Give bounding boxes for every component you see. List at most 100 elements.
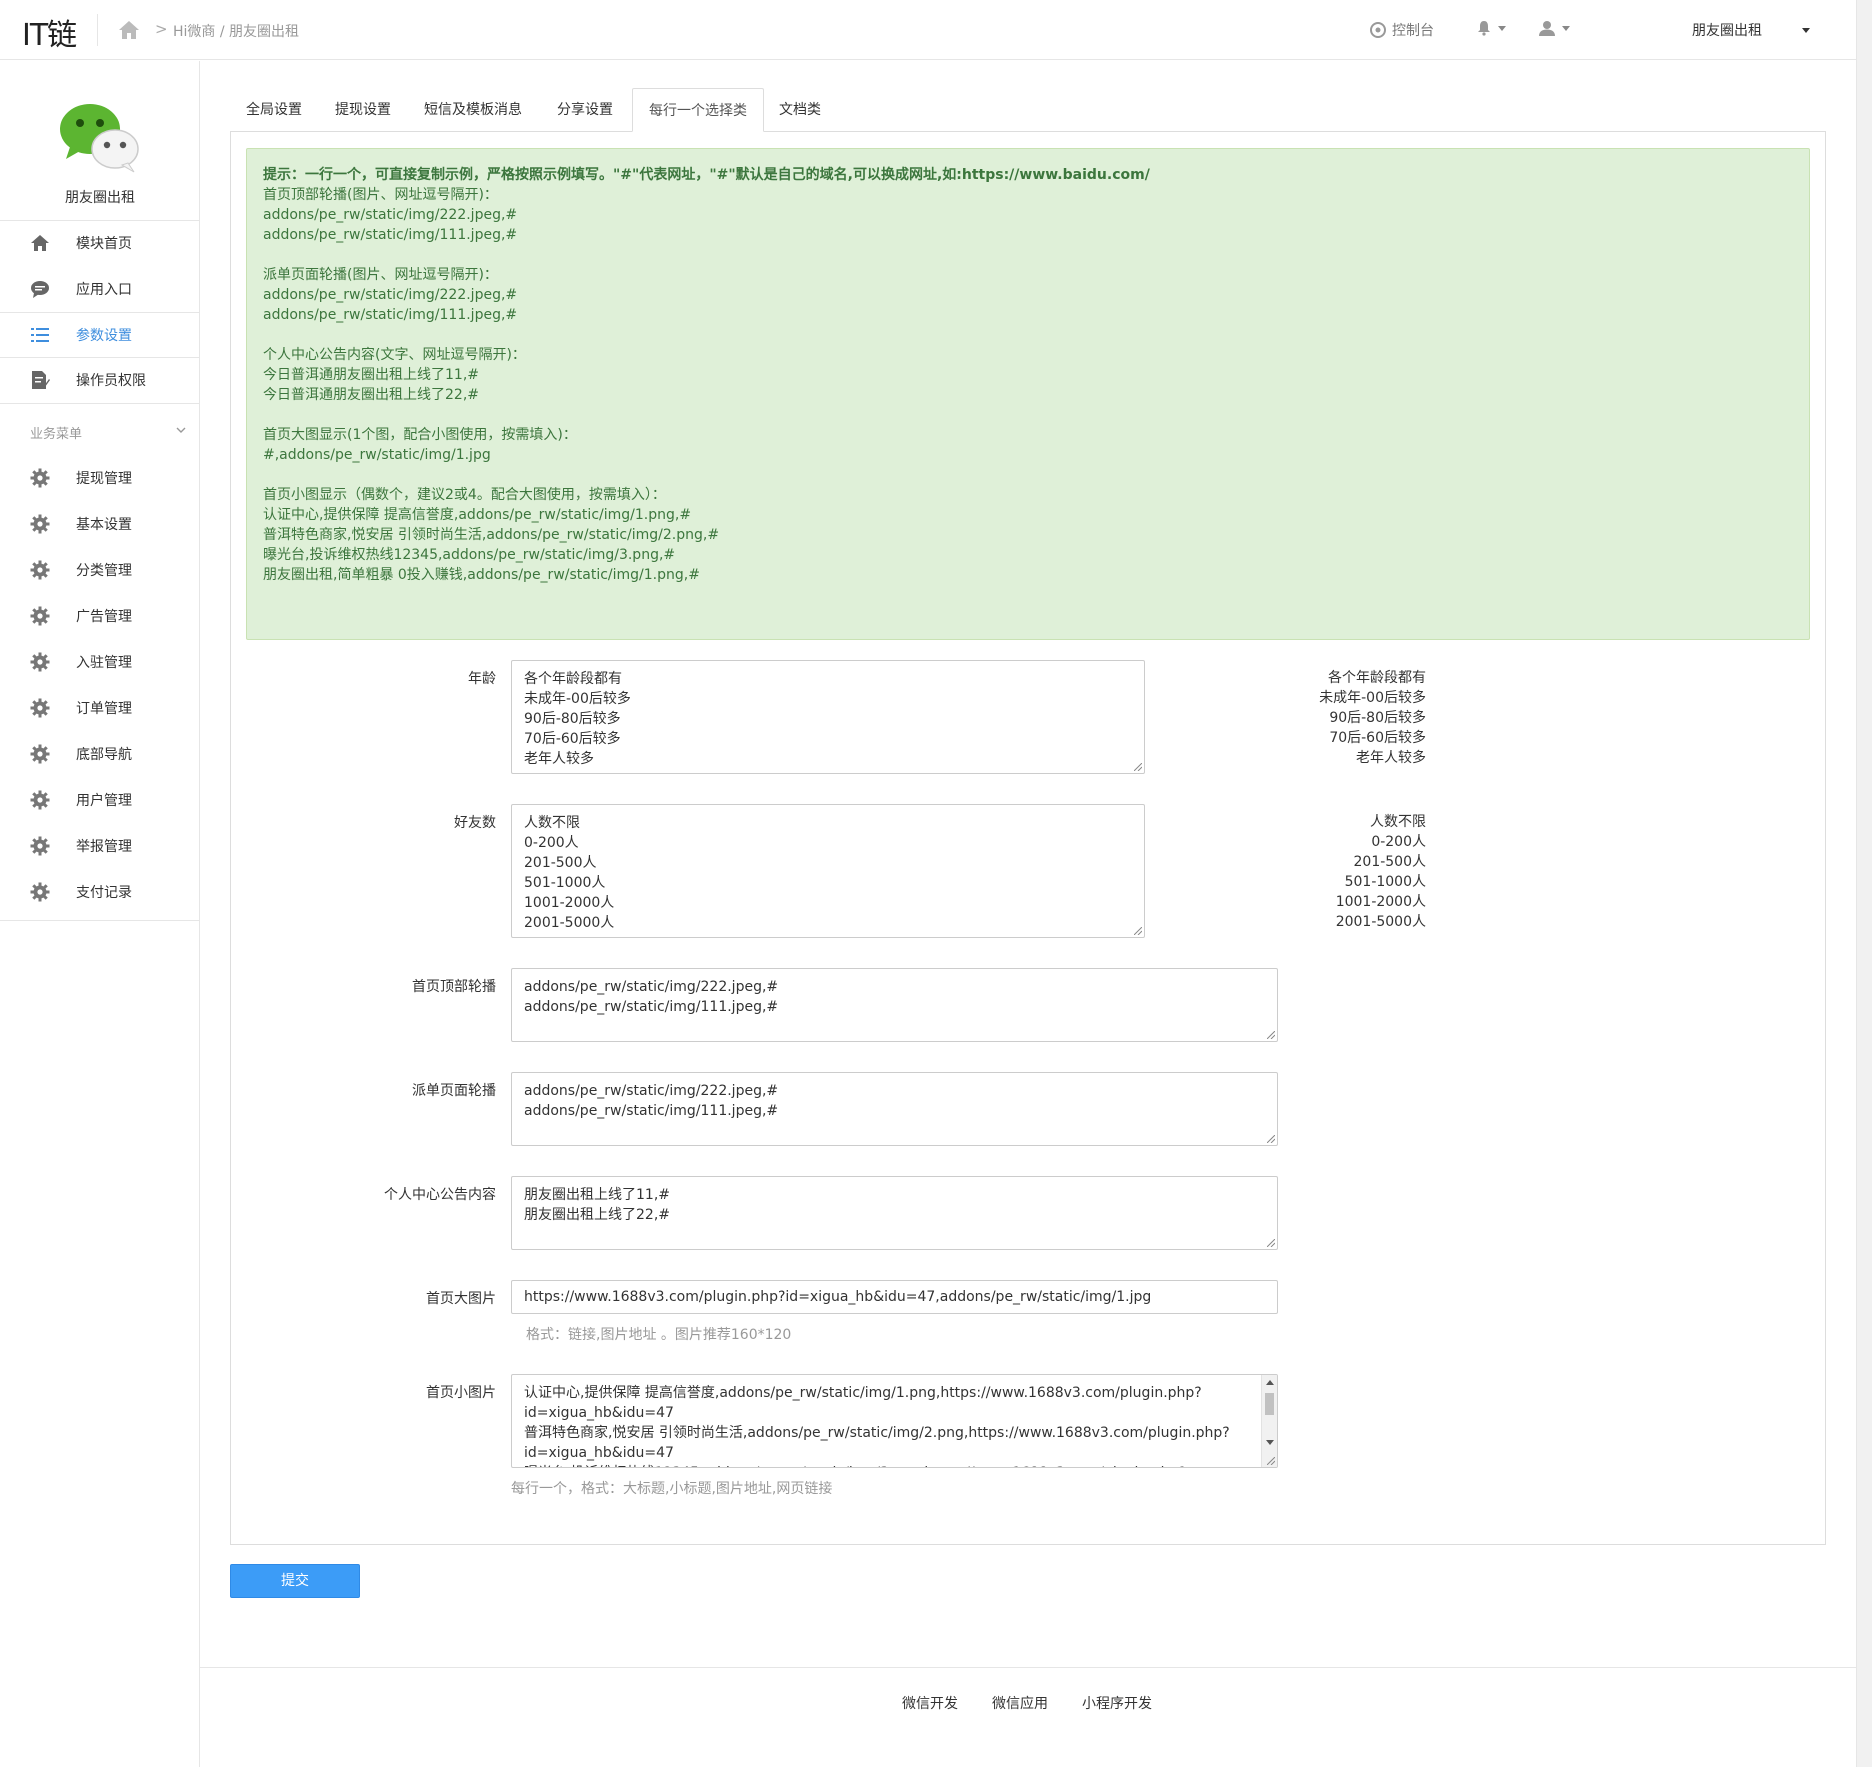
gear-icon [30,836,50,856]
dashboard-icon [1370,22,1386,38]
sidebar-biz-item[interactable]: 底部导航 [0,732,200,776]
tab-share-settings[interactable]: 分享设置 [541,88,629,132]
small-images-textarea[interactable]: 认证中心,提供保障 提高信誉度,addons/pe_rw/static/img/… [511,1374,1278,1468]
resize-grip-icon[interactable] [1267,1239,1275,1247]
page-scrollbar[interactable] [1856,0,1872,1767]
resize-grip-icon[interactable] [1134,927,1142,935]
user-dropdown[interactable] [1538,20,1570,36]
console-link[interactable]: 控制台 [1370,20,1434,40]
home-carousel-textarea[interactable]: addons/pe_rw/static/img/222.jpeg,# addons… [511,968,1278,1042]
section-label: 业务菜单 [30,427,83,442]
scroll-thumb[interactable] [1265,1393,1274,1415]
age-label: 年龄 [468,671,496,687]
text-line: 0-200人 [524,835,579,851]
age-textarea[interactable]: 各个年龄段都有 未成年-00后较多 90后-80后较多 70后-60后较多 老年人较多 [511,660,1145,774]
notice-textarea[interactable]: 朋友圈出租上线了11,# 朋友圈出租上线了22,# [511,1176,1278,1250]
resize-grip-icon[interactable] [1267,1135,1275,1143]
tab-per-line-options[interactable]: 每行一个选择类 [632,88,764,132]
sidebar-item-params[interactable]: 参数设置 [0,313,200,357]
hint-title: 提示：一行一个，可直接复制示例，严格按照示例填写。"#"代表网址，"#"默认是自… [263,167,1150,183]
home-carousel-label: 首页顶部轮播 [412,979,496,995]
footer-link-wechat-apps[interactable]: 微信应用 [992,1693,1048,1713]
sidebar: 朋友圈出租 模块首页 应用入口 参数设置 操作员权限 业务菜单 提现管理 基本设置… [0,61,200,1767]
resize-grip-icon[interactable] [1134,763,1142,771]
hint-line [263,465,1793,485]
hint-line: #,addons/pe_rw/static/img/1.jpg [263,447,491,463]
hint-line: 首页顶部轮播(图片、网址逗号隔开)： [263,187,498,203]
gear-icon [30,698,50,718]
tab-sms-templates[interactable]: 短信及模板消息 [408,88,538,132]
account-switcher[interactable]: 朋友圈出租 [1692,20,1762,40]
tab-documents[interactable]: 文档类 [763,88,837,132]
text-line: 90后-80后较多 [1329,710,1426,726]
scroll-up-icon[interactable] [1266,1380,1274,1385]
dispatch-carousel-textarea[interactable]: addons/pe_rw/static/img/222.jpeg,# addons… [511,1072,1278,1146]
tab-global-settings[interactable]: 全局设置 [230,88,318,132]
sidebar-biz-item[interactable]: 入驻管理 [0,640,200,684]
sidebar-item-app-entry[interactable]: 应用入口 [0,267,200,311]
gear-icon [30,606,50,626]
textarea-scrollbar[interactable] [1261,1375,1277,1467]
text-line: 老年人较多 [1356,750,1426,766]
hint-line: 认证中心,提供保障 提高信誉度,addons/pe_rw/static/img/… [263,507,692,523]
user-icon [1539,21,1555,36]
hint-line: 今日普洱通朋友圈出租上线了22,# [263,387,479,403]
bell-icon [1478,21,1490,36]
sidebar-biz-item[interactable]: 基本设置 [0,502,200,546]
chevron-down-icon[interactable] [176,425,186,435]
sidebar-biz-item[interactable]: 分类管理 [0,548,200,592]
top-header: IT链 > Hi微商 / 朋友圈出租 控制台 朋友圈出租 [0,0,1856,60]
text-line: 1001-2000人 [524,895,615,911]
text-line: 未成年-00后较多 [1319,690,1426,706]
sidebar-biz-item[interactable]: 提现管理 [0,456,200,500]
hint-line: 首页小图显示（偶数个，建议2或4。配合大图使用，按需填入）： [263,487,666,503]
sidebar-item-label: 操作员权限 [76,373,146,389]
notifications-dropdown[interactable] [1476,20,1506,36]
friends-label: 好友数 [454,815,496,831]
hint-line: 朋友圈出租,简单粗暴 0投入赚钱,addons/pe_rw/static/img… [263,567,700,583]
sidebar-item-label: 入驻管理 [76,655,132,671]
gear-icon [30,560,50,580]
site-logo[interactable]: IT链 [22,10,77,54]
text-line: 70后-60后较多 [524,731,621,747]
text-line: 人数不限 [524,815,580,831]
sidebar-biz-item[interactable]: 用户管理 [0,778,200,822]
sidebar-biz-item[interactable]: 订单管理 [0,686,200,730]
footer [200,1667,1856,1767]
divider [0,403,200,404]
chat-icon [30,279,50,299]
resize-grip-icon[interactable] [1267,1031,1275,1039]
sidebar-item-module-home[interactable]: 模块首页 [0,221,200,265]
home-icon[interactable] [118,20,140,40]
tab-withdraw-settings[interactable]: 提现设置 [319,88,407,132]
breadcrumb[interactable]: Hi微商 / 朋友圈出租 [173,21,299,41]
big-image-input[interactable]: https://www.1688v3.com/plugin.php?id=xig… [511,1280,1278,1314]
friends-textarea[interactable]: 人数不限 0-200人 201-500人 501-1000人 1001-2000人 200… [511,804,1145,938]
sidebar-item-label: 举报管理 [76,839,132,855]
scroll-down-icon[interactable] [1266,1440,1274,1445]
sidebar-biz-item[interactable]: 广告管理 [0,594,200,638]
text-line: 朋友圈出租上线了11,# [524,1187,670,1203]
hint-line: 曝光台,投诉维权热线12345,addons/pe_rw/static/img/… [263,547,676,563]
text-line: 2001-5000人 [524,915,615,931]
sidebar-item-label: 广告管理 [76,609,132,625]
resize-grip-icon[interactable] [1267,1457,1275,1465]
hint-line: 普洱特色商家,悦安居 引领时尚生活,addons/pe_rw/static/im… [263,527,720,543]
sidebar-biz-item[interactable]: 支付记录 [0,870,200,914]
sidebar-biz-item[interactable]: 举报管理 [0,824,200,868]
sidebar-item-operator-perms[interactable]: 操作员权限 [0,358,200,402]
friends-preview: 人数不限 0-200人 201-500人 501-1000人 1001-2000人 200… [1226,812,1426,932]
text-line: addons/pe_rw/static/img/222.jpeg,# [524,1083,779,1099]
text-line: 老年人较多 [524,751,594,767]
hint-line: addons/pe_rw/static/img/222.jpeg,# [263,207,518,223]
app-avatar-wechat-logo [60,104,139,173]
big-image-value: https://www.1688v3.com/plugin.php?id=xig… [524,1289,1152,1305]
footer-link-wechat-dev[interactable]: 微信开发 [902,1693,958,1713]
sidebar-item-label: 参数设置 [76,328,132,344]
submit-button[interactable]: 提交 [230,1564,360,1598]
settings-tabs: 全局设置 提现设置 短信及模板消息 分享设置 每行一个选择类 文档类 [230,88,1826,132]
hint-line: 个人中心公告内容(文字、网址逗号隔开)： [263,347,526,363]
account-caret-icon[interactable] [1802,28,1810,33]
footer-link-miniprogram-dev[interactable]: 小程序开发 [1082,1693,1152,1713]
app-name: 朋友圈出租 [65,190,135,206]
